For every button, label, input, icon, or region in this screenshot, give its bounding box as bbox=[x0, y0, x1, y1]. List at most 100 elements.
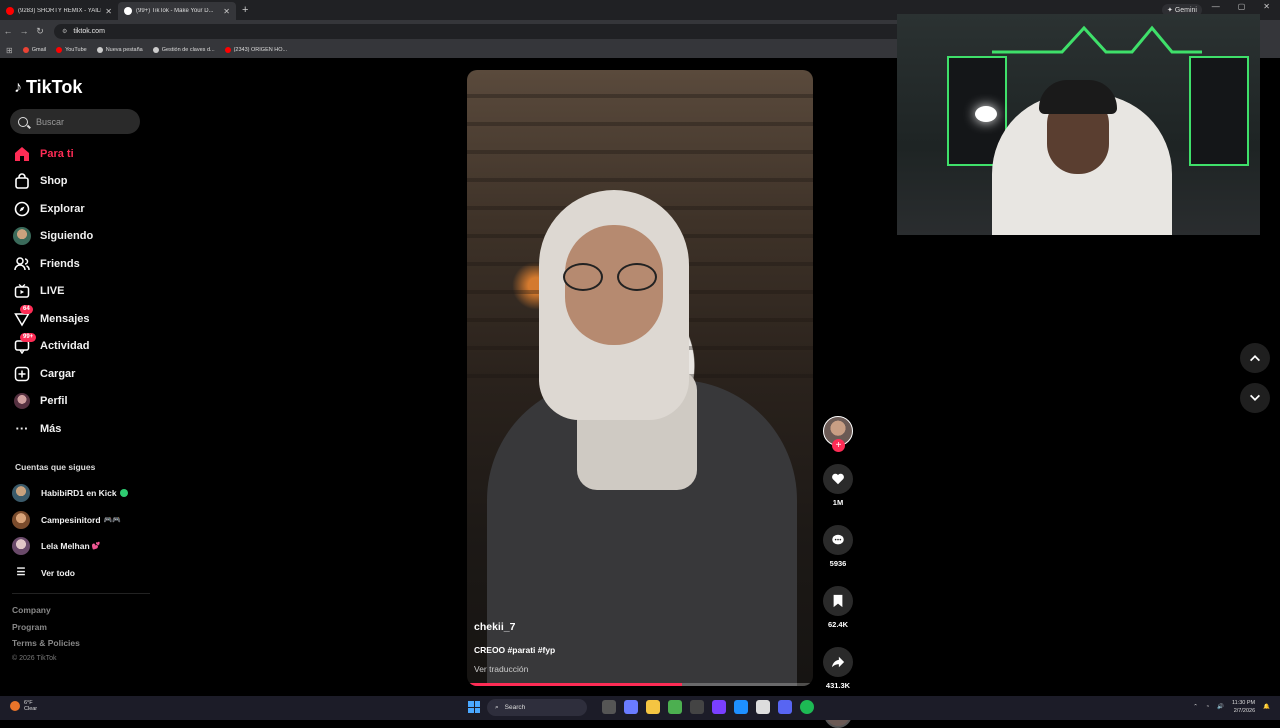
clock[interactable]: 11:30 PM 2/7/2026 bbox=[1232, 699, 1255, 715]
gemini-label: Gemini bbox=[1174, 7, 1197, 14]
following-account-campesinito[interactable]: Campesinitord 🎮🎮 bbox=[12, 507, 128, 534]
chevron-up-icon bbox=[1250, 355, 1260, 362]
menu-label: Perfil bbox=[40, 395, 68, 408]
wifi-icon[interactable]: ◔ bbox=[1206, 704, 1209, 710]
see-all-link[interactable]: ☰ Ver todo bbox=[12, 560, 128, 587]
new-tab-icon[interactable]: + bbox=[242, 4, 248, 16]
spotify-icon[interactable] bbox=[800, 700, 814, 714]
translate-link[interactable]: Ver traducción bbox=[474, 664, 555, 674]
bookmark-icon[interactable] bbox=[823, 586, 853, 616]
menu-label: Mensajes bbox=[40, 312, 90, 325]
sidebar-menu: Para ti Shop Explorar Siguiendo Friends bbox=[12, 140, 93, 443]
video-progress-fill bbox=[467, 683, 682, 686]
live-icon bbox=[12, 281, 32, 301]
tiktok-logo[interactable]: ♪ TikTok bbox=[14, 77, 82, 98]
account-emoji: 🎮🎮 bbox=[103, 516, 121, 524]
bookmark-label: Gestión de claves d... bbox=[161, 47, 215, 53]
youtube-icon bbox=[224, 47, 231, 53]
chrome-icon[interactable] bbox=[668, 700, 682, 714]
app-icon[interactable] bbox=[712, 700, 726, 714]
comment-icon[interactable] bbox=[823, 525, 853, 555]
search-input[interactable]: Buscar bbox=[10, 109, 140, 134]
footer-terms-link[interactable]: Terms & Policies bbox=[12, 638, 80, 655]
list-icon: ☰ bbox=[16, 567, 26, 579]
chevron-up-icon[interactable]: ⌃ bbox=[1193, 704, 1198, 710]
window-controls: — ▢ ✕ bbox=[1212, 2, 1270, 11]
copilot-icon[interactable] bbox=[624, 700, 638, 714]
chevron-down-icon bbox=[1250, 394, 1260, 401]
bookmark-passwords[interactable]: Gestión de claves d... bbox=[152, 47, 215, 53]
following-account-lela[interactable]: Lela Melhan 💕 bbox=[12, 533, 128, 560]
footer-program-link[interactable]: Program bbox=[12, 622, 80, 639]
sidebar-item-friends[interactable]: Friends bbox=[12, 250, 93, 278]
comment-action[interactable]: 5936 bbox=[822, 525, 854, 568]
close-tab-icon[interactable]: ✕ bbox=[105, 7, 112, 16]
taskbar-search[interactable]: ⌕ Search bbox=[487, 699, 587, 716]
share-icon[interactable] bbox=[823, 647, 853, 677]
sidebar-item-mensajes[interactable]: 64 Mensajes bbox=[12, 305, 93, 333]
sidebar-item-cargar[interactable]: Cargar bbox=[12, 360, 93, 388]
sidebar-item-perfil[interactable]: Perfil bbox=[12, 388, 93, 416]
edge-icon[interactable] bbox=[734, 700, 748, 714]
menu-label: Más bbox=[40, 422, 62, 435]
share-action[interactable]: 431.3K bbox=[822, 647, 854, 690]
next-video-button[interactable] bbox=[1240, 383, 1270, 413]
windows-taskbar: 6°F Clear ⌕ Search ⌃ ◔ 🔊 11:30 PM 2/7/20… bbox=[0, 696, 1280, 720]
windows-start-icon[interactable] bbox=[468, 701, 480, 713]
bookmark-youtube[interactable]: YouTube bbox=[56, 47, 87, 53]
obs-icon[interactable] bbox=[690, 700, 704, 714]
footer-company-link[interactable]: Company bbox=[12, 605, 80, 622]
sidebar-item-mas[interactable]: ··· Más bbox=[12, 415, 93, 443]
follow-plus-icon[interactable]: + bbox=[832, 439, 845, 452]
menu-label: Cargar bbox=[40, 367, 76, 380]
acoustic-panel bbox=[1189, 56, 1249, 166]
chatgpt-icon[interactable] bbox=[756, 700, 770, 714]
weather-condition: Clear bbox=[24, 706, 38, 712]
task-view-icon[interactable] bbox=[602, 700, 616, 714]
reload-icon[interactable]: ↻ bbox=[32, 26, 48, 37]
save-action[interactable]: 62.4K bbox=[822, 586, 854, 629]
sidebar-item-shop[interactable]: Shop bbox=[12, 168, 93, 196]
sidebar-item-actividad[interactable]: 99+ Actividad bbox=[12, 332, 93, 361]
friends-icon bbox=[12, 254, 32, 274]
minimize-icon[interactable]: — bbox=[1212, 2, 1220, 11]
account-name: Lela Melhan bbox=[41, 541, 90, 552]
bookmark-label: (2343) ORIGEN HO... bbox=[233, 47, 288, 53]
discord-icon[interactable] bbox=[778, 700, 792, 714]
video-player[interactable]: chekii_7 CREOO #parati #fyp Ver traducci… bbox=[467, 70, 813, 686]
like-action[interactable]: 1M bbox=[822, 464, 854, 507]
search-icon: ⌕ bbox=[495, 703, 499, 711]
url-field[interactable]: ⚙ tiktok.com bbox=[54, 23, 914, 39]
bookmark-origen[interactable]: (2343) ORIGEN HO... bbox=[224, 47, 288, 53]
volume-icon[interactable]: 🔊 bbox=[1217, 704, 1224, 710]
browser-tab-youtube[interactable]: (9283) SHORTY REMIX - YAILIN ✕ bbox=[0, 2, 118, 20]
close-window-icon[interactable]: ✕ bbox=[1263, 2, 1270, 11]
sidebar-item-explorar[interactable]: Explorar bbox=[12, 195, 93, 223]
video-description: CREOO #parati #fyp bbox=[474, 645, 556, 655]
browser-tab-tiktok[interactable]: (99+) TikTok - Make Your D... ✕ bbox=[118, 2, 236, 20]
youtube-favicon-icon bbox=[6, 7, 14, 15]
previous-video-button[interactable] bbox=[1240, 343, 1270, 373]
site-info-icon[interactable]: ⚙ bbox=[62, 28, 67, 35]
heart-icon[interactable] bbox=[823, 464, 853, 494]
close-tab-icon[interactable]: ✕ bbox=[223, 7, 230, 16]
sidebar-item-live[interactable]: LIVE bbox=[12, 278, 93, 306]
forward-icon[interactable]: → bbox=[16, 26, 32, 36]
bookmark-new-tab[interactable]: Nueva pestaña bbox=[96, 47, 143, 53]
account-emoji: 💕 bbox=[91, 543, 101, 551]
weather-icon bbox=[10, 701, 20, 711]
weather-widget[interactable]: 6°F Clear bbox=[10, 700, 37, 712]
apps-icon[interactable]: ⊞ bbox=[6, 46, 13, 55]
notifications-icon[interactable]: 🔔 bbox=[1263, 704, 1270, 710]
search-placeholder: Buscar bbox=[36, 116, 65, 127]
back-icon[interactable]: ← bbox=[0, 26, 16, 36]
bookmark-gmail[interactable]: Gmail bbox=[22, 47, 46, 53]
upload-icon bbox=[12, 364, 32, 384]
sidebar-item-para-ti[interactable]: Para ti bbox=[12, 140, 93, 168]
video-username[interactable]: chekii_7 bbox=[474, 621, 555, 633]
maximize-icon[interactable]: ▢ bbox=[1238, 2, 1246, 11]
following-account-habibi[interactable]: HabibiRD1 en Kick bbox=[12, 480, 128, 507]
file-explorer-icon[interactable] bbox=[646, 700, 660, 714]
creator-avatar[interactable]: + bbox=[823, 416, 853, 452]
sidebar-item-siguiendo[interactable]: Siguiendo bbox=[12, 223, 93, 251]
